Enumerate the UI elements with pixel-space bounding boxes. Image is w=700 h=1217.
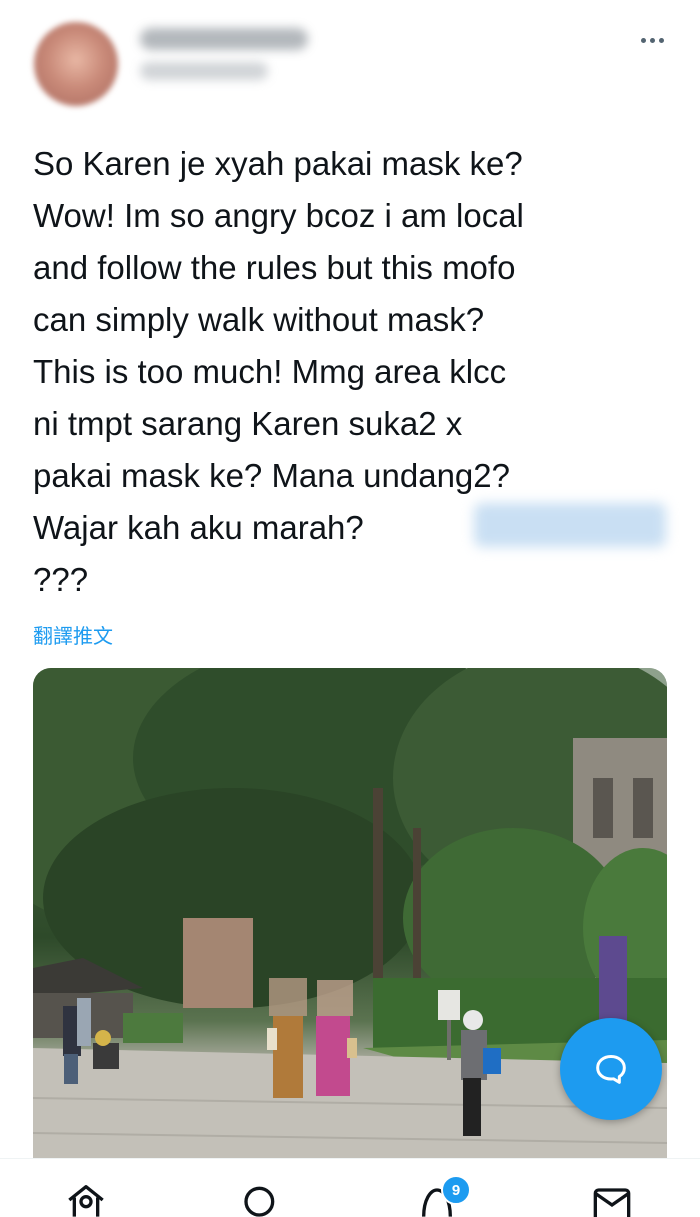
mail-icon[interactable]	[592, 1183, 632, 1217]
reply-bubble-icon	[596, 1055, 626, 1084]
mention-link-blurred[interactable]	[474, 503, 666, 547]
author-avatar[interactable]	[34, 22, 118, 106]
compose-reply-button[interactable]	[560, 1018, 662, 1120]
author-handle-blurred	[140, 62, 268, 80]
translate-tweet-link[interactable]: 翻譯推文	[33, 620, 113, 649]
notifications-badge: 9	[441, 1175, 471, 1205]
search-icon[interactable]	[241, 1183, 281, 1217]
home-icon[interactable]	[66, 1183, 106, 1217]
author-name-blurred[interactable]	[140, 28, 308, 50]
more-options-icon[interactable]	[632, 20, 672, 60]
bottom-tab-bar	[0, 1158, 700, 1217]
